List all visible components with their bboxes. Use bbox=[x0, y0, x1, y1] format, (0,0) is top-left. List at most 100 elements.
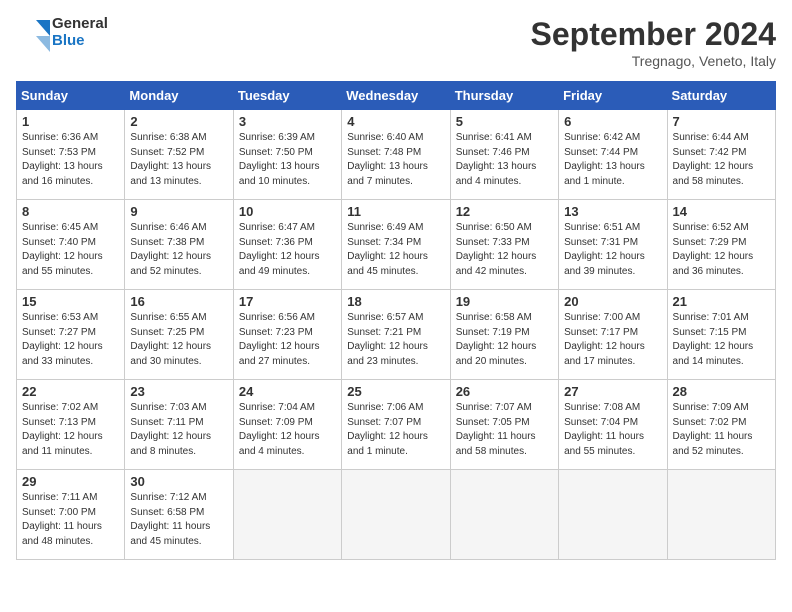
logo-text-general: General bbox=[52, 16, 108, 33]
calendar-day-cell: 26Sunrise: 7:07 AM Sunset: 7:05 PM Dayli… bbox=[450, 380, 558, 470]
calendar-day-cell bbox=[450, 470, 558, 560]
day-info: Sunrise: 6:52 AM Sunset: 7:29 PM Dayligh… bbox=[673, 221, 770, 279]
calendar-week-row: 15 Sunrise: 6:53 AM Sunset: 7:27 PM Dayli… bbox=[17, 290, 776, 380]
day-info: Sunrise: 6:50 AM Sunset: 7:33 PM Dayligh… bbox=[456, 221, 553, 279]
day-info: Sunrise: 6:41 AM Sunset: 7:46 PM Dayligh… bbox=[456, 131, 553, 189]
calendar-day-cell bbox=[342, 470, 450, 560]
day-info: Sunrise: 6:49 AM Sunset: 7:34 PM Dayligh… bbox=[347, 221, 444, 279]
header: General Blue September 2024 Tregnago, Ve… bbox=[16, 16, 776, 69]
calendar-day-cell: 25 Sunrise: 7:06 AM Sunset: 7:07 PM Dayli… bbox=[342, 380, 450, 470]
calendar-day-cell: 18Sunrise: 6:57 AM Sunset: 7:21 PM Dayli… bbox=[342, 290, 450, 380]
day-number: 25 bbox=[347, 384, 444, 399]
day-info: Sunrise: 7:08 AM Sunset: 7:04 PM Dayligh… bbox=[564, 401, 661, 459]
calendar-day-cell: 2 Sunrise: 6:38 AM Sunset: 7:52 PM Daylig… bbox=[125, 110, 233, 200]
day-number: 7 bbox=[673, 114, 770, 129]
calendar-day-cell bbox=[559, 470, 667, 560]
day-info: Sunrise: 6:53 AM Sunset: 7:27 PM Dayligh… bbox=[22, 311, 119, 369]
day-number: 19 bbox=[456, 294, 553, 309]
day-info: Sunrise: 6:39 AM Sunset: 7:50 PM Dayligh… bbox=[239, 131, 336, 189]
day-number: 24 bbox=[239, 384, 336, 399]
day-number: 29 bbox=[22, 474, 119, 489]
day-number: 11 bbox=[347, 204, 444, 219]
day-number: 16 bbox=[130, 294, 227, 309]
day-info: Sunrise: 7:09 AM Sunset: 7:02 PM Dayligh… bbox=[673, 401, 770, 459]
day-info: Sunrise: 6:45 AM Sunset: 7:40 PM Dayligh… bbox=[22, 221, 119, 279]
day-info: Sunrise: 6:47 AM Sunset: 7:36 PM Dayligh… bbox=[239, 221, 336, 279]
calendar-table: SundayMondayTuesdayWednesdayThursdayFrid… bbox=[16, 81, 776, 560]
calendar-day-cell: 29 Sunrise: 7:11 AM Sunset: 7:00 PM Dayli… bbox=[17, 470, 125, 560]
calendar-day-cell: 28 Sunrise: 7:09 AM Sunset: 7:02 PM Dayli… bbox=[667, 380, 775, 470]
calendar-day-cell bbox=[667, 470, 775, 560]
calendar-day-cell: 24Sunrise: 7:04 AM Sunset: 7:09 PM Dayli… bbox=[233, 380, 341, 470]
day-number: 8 bbox=[22, 204, 119, 219]
logo-text-blue: Blue bbox=[52, 33, 108, 50]
day-info: Sunrise: 6:42 AM Sunset: 7:44 PM Dayligh… bbox=[564, 131, 661, 189]
day-info: Sunrise: 6:40 AM Sunset: 7:48 PM Dayligh… bbox=[347, 131, 444, 189]
day-info: Sunrise: 7:03 AM Sunset: 7:11 PM Dayligh… bbox=[130, 401, 227, 459]
calendar-day-cell: 19 Sunrise: 6:58 AM Sunset: 7:19 PM Dayli… bbox=[450, 290, 558, 380]
calendar-week-row: 8 Sunrise: 6:45 AM Sunset: 7:40 PM Daylig… bbox=[17, 200, 776, 290]
calendar-day-cell: 27 Sunrise: 7:08 AM Sunset: 7:04 PM Dayli… bbox=[559, 380, 667, 470]
day-info: Sunrise: 7:11 AM Sunset: 7:00 PM Dayligh… bbox=[22, 491, 119, 549]
calendar-day-cell: 21 Sunrise: 7:01 AM Sunset: 7:15 PM Dayli… bbox=[667, 290, 775, 380]
calendar-day-cell: 30 Sunrise: 7:12 AM Sunset: 6:58 PM Dayli… bbox=[125, 470, 233, 560]
calendar-day-cell: 8 Sunrise: 6:45 AM Sunset: 7:40 PM Daylig… bbox=[17, 200, 125, 290]
calendar-day-cell: 15 Sunrise: 6:53 AM Sunset: 7:27 PM Dayli… bbox=[17, 290, 125, 380]
day-number: 23 bbox=[130, 384, 227, 399]
logo-graphic-icon bbox=[16, 16, 52, 52]
day-number: 20 bbox=[564, 294, 661, 309]
day-number: 28 bbox=[673, 384, 770, 399]
day-info: Sunrise: 7:06 AM Sunset: 7:07 PM Dayligh… bbox=[347, 401, 444, 459]
day-number: 22 bbox=[22, 384, 119, 399]
weekday-header: Thursday bbox=[450, 82, 558, 110]
logo-container: General Blue bbox=[16, 16, 108, 52]
day-number: 2 bbox=[130, 114, 227, 129]
day-number: 17 bbox=[239, 294, 336, 309]
day-info: Sunrise: 6:51 AM Sunset: 7:31 PM Dayligh… bbox=[564, 221, 661, 279]
day-info: Sunrise: 7:00 AM Sunset: 7:17 PM Dayligh… bbox=[564, 311, 661, 369]
day-info: Sunrise: 7:07 AM Sunset: 7:05 PM Dayligh… bbox=[456, 401, 553, 459]
day-number: 21 bbox=[673, 294, 770, 309]
calendar-day-cell: 4 Sunrise: 6:40 AM Sunset: 7:48 PM Daylig… bbox=[342, 110, 450, 200]
day-info: Sunrise: 6:36 AM Sunset: 7:53 PM Dayligh… bbox=[22, 131, 119, 189]
calendar-day-cell: 5 Sunrise: 6:41 AM Sunset: 7:46 PM Daylig… bbox=[450, 110, 558, 200]
day-info: Sunrise: 7:02 AM Sunset: 7:13 PM Dayligh… bbox=[22, 401, 119, 459]
day-number: 30 bbox=[130, 474, 227, 489]
day-info: Sunrise: 6:56 AM Sunset: 7:23 PM Dayligh… bbox=[239, 311, 336, 369]
day-number: 10 bbox=[239, 204, 336, 219]
calendar-day-cell: 11 Sunrise: 6:49 AM Sunset: 7:34 PM Dayli… bbox=[342, 200, 450, 290]
day-info: Sunrise: 6:44 AM Sunset: 7:42 PM Dayligh… bbox=[673, 131, 770, 189]
day-info: Sunrise: 6:38 AM Sunset: 7:52 PM Dayligh… bbox=[130, 131, 227, 189]
day-number: 5 bbox=[456, 114, 553, 129]
day-info: Sunrise: 6:46 AM Sunset: 7:38 PM Dayligh… bbox=[130, 221, 227, 279]
month-title: September 2024 bbox=[531, 16, 776, 53]
weekday-header: Sunday bbox=[17, 82, 125, 110]
day-info: Sunrise: 7:01 AM Sunset: 7:15 PM Dayligh… bbox=[673, 311, 770, 369]
day-number: 12 bbox=[456, 204, 553, 219]
day-info: Sunrise: 6:55 AM Sunset: 7:25 PM Dayligh… bbox=[130, 311, 227, 369]
calendar-day-cell: 10 Sunrise: 6:47 AM Sunset: 7:36 PM Dayli… bbox=[233, 200, 341, 290]
day-number: 3 bbox=[239, 114, 336, 129]
weekday-header: Monday bbox=[125, 82, 233, 110]
calendar-day-cell: 22 Sunrise: 7:02 AM Sunset: 7:13 PM Dayli… bbox=[17, 380, 125, 470]
title-area: September 2024 Tregnago, Veneto, Italy bbox=[531, 16, 776, 69]
day-number: 4 bbox=[347, 114, 444, 129]
day-number: 15 bbox=[22, 294, 119, 309]
weekday-header-row: SundayMondayTuesdayWednesdayThursdayFrid… bbox=[17, 82, 776, 110]
weekday-header: Wednesday bbox=[342, 82, 450, 110]
day-info: Sunrise: 6:58 AM Sunset: 7:19 PM Dayligh… bbox=[456, 311, 553, 369]
weekday-header: Friday bbox=[559, 82, 667, 110]
calendar-day-cell: 13 Sunrise: 6:51 AM Sunset: 7:31 PM Dayli… bbox=[559, 200, 667, 290]
calendar-day-cell: 6 Sunrise: 6:42 AM Sunset: 7:44 PM Daylig… bbox=[559, 110, 667, 200]
day-number: 6 bbox=[564, 114, 661, 129]
day-number: 9 bbox=[130, 204, 227, 219]
day-info: Sunrise: 7:12 AM Sunset: 6:58 PM Dayligh… bbox=[130, 491, 227, 549]
calendar-day-cell: 20 Sunrise: 7:00 AM Sunset: 7:17 PM Dayli… bbox=[559, 290, 667, 380]
logo: General Blue bbox=[16, 16, 108, 52]
weekday-header: Tuesday bbox=[233, 82, 341, 110]
day-number: 27 bbox=[564, 384, 661, 399]
day-number: 18 bbox=[347, 294, 444, 309]
calendar-day-cell: 23 Sunrise: 7:03 AM Sunset: 7:11 PM Dayli… bbox=[125, 380, 233, 470]
calendar-day-cell bbox=[233, 470, 341, 560]
day-number: 13 bbox=[564, 204, 661, 219]
